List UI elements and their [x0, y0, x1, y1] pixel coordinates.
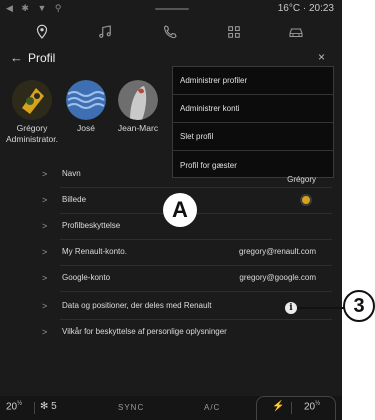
billede-thumbnail — [300, 194, 312, 206]
chevron-right-icon: > — [42, 301, 48, 311]
menu-item-slet-profil[interactable]: Slet profil — [173, 123, 333, 151]
left-temp-value: 20 — [6, 401, 18, 413]
status-handle — [155, 8, 189, 10]
temperature-time: 16°C · 20:23 — [277, 3, 334, 14]
status-bar: ◀ ✱ ▼ ⚲ 16°C · 20:23 — [0, 0, 342, 18]
row-label: Navn — [62, 169, 81, 178]
left-temp-suffix: ½ — [17, 401, 23, 407]
divider — [34, 402, 35, 414]
row-navn[interactable]: > Navn Grégory — [0, 162, 342, 188]
grid-apps-icon[interactable] — [222, 20, 246, 44]
chevron-right-icon: > — [42, 221, 48, 231]
row-value: gregory@google.com — [239, 273, 316, 282]
seat-heat-icon[interactable]: ⚡ — [272, 401, 284, 412]
row-vilkaar[interactable]: > Vilkår for beskyttelse af personlige o… — [0, 320, 342, 346]
car-icon[interactable] — [284, 20, 308, 44]
fan-speed[interactable]: ✻ 5 — [40, 401, 57, 412]
fan-value: 5 — [51, 401, 57, 412]
avatar — [118, 80, 158, 120]
row-google-konto[interactable]: > Google-konto gregory@google.com — [0, 266, 342, 292]
chevron-right-icon: > — [42, 273, 48, 283]
close-icon[interactable]: × — [318, 50, 325, 64]
climate-bar: 20½ ✻ 5 SYNC A/C ⚡ 20½ — [0, 396, 342, 420]
back-arrow-icon[interactable]: ← — [10, 50, 23, 65]
chevron-right-icon: > — [42, 169, 48, 179]
chevron-right-icon: > — [42, 247, 48, 257]
divider — [60, 291, 332, 292]
left-temperature[interactable]: 20½ — [6, 401, 22, 412]
sync-button[interactable]: SYNC — [118, 403, 144, 412]
info-icon[interactable]: i — [285, 302, 297, 314]
music-notes-icon[interactable] — [93, 20, 117, 44]
row-label: Data og positioner, der deles med Renaul… — [62, 301, 212, 310]
ac-button[interactable]: A/C — [204, 403, 220, 412]
page-title: Profil — [28, 51, 56, 65]
callout-a: A — [163, 193, 197, 227]
row-label: Google-konto — [62, 273, 111, 282]
location-pin-icon[interactable] — [30, 20, 54, 44]
row-label: Vilkår for beskyttelse af personlige opl… — [62, 327, 227, 336]
menu-item-administrer-profiler[interactable]: Administrer profiler — [173, 67, 333, 95]
profile-jean-marc[interactable]: Jean-Marc — [98, 80, 178, 134]
row-label: Billede — [62, 195, 87, 204]
fan-icon: ✻ — [40, 401, 49, 412]
chevron-right-icon: > — [42, 195, 48, 205]
bottom-tab-highlight — [256, 396, 336, 420]
row-value: gregory@renault.com — [238, 247, 316, 256]
right-temp-value: 20 — [304, 401, 316, 413]
row-label: My Renault-konto. — [62, 247, 127, 256]
chevron-right-icon: > — [42, 327, 48, 337]
row-value: Grégory — [287, 175, 316, 184]
menu-item-administrer-konti[interactable]: Administrer konti — [173, 95, 333, 123]
profile-name: Jean-Marc — [117, 123, 159, 133]
right-temp-suffix: ½ — [315, 401, 321, 407]
phone-icon[interactable] — [158, 20, 182, 44]
row-label: Profilbeskyttelse — [62, 221, 121, 230]
right-temperature[interactable]: 20½ — [304, 401, 320, 412]
row-my-renault-konto[interactable]: > My Renault-konto. gregory@renault.com — [0, 240, 342, 266]
top-navigation — [0, 18, 342, 46]
callout-3: 3 — [343, 290, 375, 322]
status-icons: ◀ ✱ ▼ ⚲ — [6, 3, 65, 13]
divider — [291, 402, 292, 414]
callout-leader-line — [297, 307, 345, 309]
